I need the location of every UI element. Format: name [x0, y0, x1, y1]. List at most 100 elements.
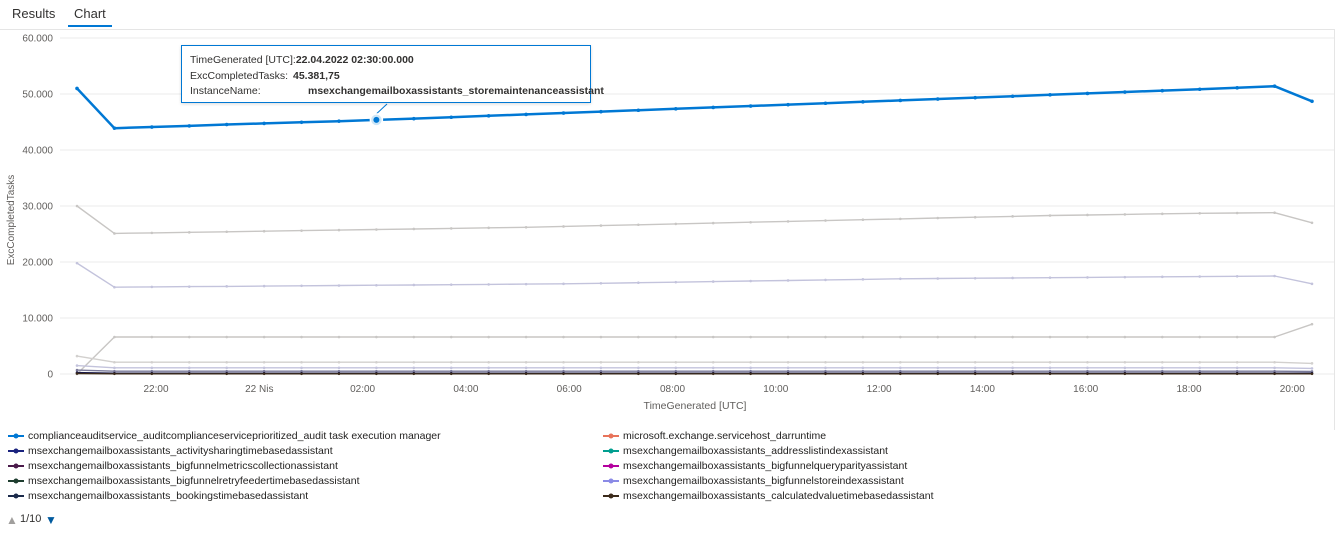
series-point	[225, 366, 228, 370]
series-point	[1235, 360, 1239, 364]
series-point	[1011, 360, 1014, 364]
series-point	[262, 372, 266, 376]
tooltip-instance-key: InstanceName:	[190, 85, 261, 97]
series-point	[599, 335, 603, 339]
series-point	[487, 226, 490, 230]
series-point	[300, 366, 303, 370]
series-point	[150, 372, 154, 376]
series-point	[1235, 335, 1239, 339]
pager-up-icon[interactable]: ▲	[6, 513, 18, 527]
legend-swatch	[8, 433, 24, 439]
series-line[interactable]	[76, 205, 1313, 235]
series-point	[1235, 86, 1239, 90]
series-point	[412, 227, 416, 231]
series-point	[674, 222, 678, 226]
series-point	[1272, 84, 1277, 88]
legend-swatch-dot	[608, 478, 614, 484]
series-point	[225, 230, 228, 234]
series-line[interactable]	[76, 323, 1313, 375]
series-point	[824, 335, 827, 339]
series-point	[1048, 372, 1052, 376]
series-point	[187, 366, 191, 370]
series-point	[113, 232, 116, 235]
series-point	[562, 366, 565, 370]
series-point	[187, 372, 191, 376]
series-point	[1085, 91, 1090, 96]
series-point	[562, 360, 565, 364]
series-point	[299, 120, 304, 125]
series-point	[824, 278, 827, 282]
series-point	[674, 360, 678, 364]
x-tick-label: 04:00	[453, 384, 478, 395]
series-point	[786, 366, 790, 370]
tab-results[interactable]: Results	[12, 6, 55, 25]
series-point	[1048, 360, 1052, 364]
series-point	[224, 122, 229, 127]
chart-legend: complianceauditservice_auditcompliancese…	[0, 428, 1335, 508]
series-line[interactable]	[76, 262, 1313, 288]
series-point	[1086, 276, 1089, 279]
series-point	[1011, 366, 1014, 370]
series-point	[1273, 211, 1276, 215]
series-point	[75, 368, 79, 372]
series-line[interactable]	[76, 364, 1313, 370]
series-point	[375, 372, 378, 376]
series-point	[674, 372, 678, 376]
tab-chart[interactable]: Chart	[68, 6, 112, 27]
series-point	[524, 282, 528, 286]
series-point	[599, 372, 603, 376]
series-point	[412, 116, 416, 121]
series-line[interactable]	[76, 369, 1313, 373]
series-point	[1273, 366, 1276, 370]
series-point	[487, 366, 490, 370]
series-point	[786, 220, 790, 223]
series-point	[899, 366, 902, 370]
series-point	[899, 360, 902, 364]
legend-swatch-dot	[13, 448, 19, 454]
series-point	[973, 215, 977, 219]
series-point	[449, 360, 453, 364]
legend-swatch-dot	[608, 433, 614, 439]
series-point	[1310, 99, 1314, 104]
series-point	[1048, 214, 1052, 217]
series-point	[749, 335, 752, 339]
legend-swatch-dot	[608, 448, 614, 454]
x-tick-label: 22 Nis	[245, 384, 273, 395]
series-point	[1198, 372, 1202, 376]
series-point	[936, 216, 940, 220]
series-point	[150, 335, 154, 339]
series-point	[786, 279, 790, 282]
y-tick-label: 10.000	[22, 314, 53, 325]
series-line[interactable]	[76, 355, 1313, 365]
tooltip-time-key: TimeGenerated [UTC]:	[190, 54, 296, 66]
x-tick-label: 20:00	[1280, 384, 1305, 395]
pager-down-icon[interactable]: ▼	[45, 513, 57, 527]
series-point	[899, 217, 902, 221]
series-point	[711, 105, 716, 110]
x-axis-title: TimeGenerated [UTC]	[644, 400, 747, 412]
y-tick-label: 20.000	[22, 258, 53, 269]
legend-swatch	[8, 478, 24, 484]
series-point	[973, 276, 977, 280]
series-point	[225, 372, 228, 376]
series-point	[711, 366, 715, 370]
legend-swatch	[8, 463, 24, 469]
x-tick-label: 18:00	[1176, 384, 1201, 395]
legend-swatch	[8, 493, 24, 499]
series-point	[1161, 212, 1164, 216]
series-point	[375, 283, 378, 287]
series-point	[524, 366, 528, 370]
series-point	[1086, 372, 1089, 376]
series-point	[449, 372, 453, 376]
series-layer[interactable]	[75, 204, 1314, 376]
series-point	[674, 335, 678, 339]
series-point	[300, 335, 303, 339]
tooltip-time-value: 22.04.2022 02:30:00.000	[295, 54, 414, 66]
legend-label: complianceauditservice_auditcompliancese…	[28, 430, 441, 442]
series-point	[936, 277, 940, 280]
series-point	[75, 261, 79, 265]
series-point	[861, 218, 865, 222]
legend-swatch	[603, 463, 619, 469]
x-tick-label: 02:00	[350, 384, 375, 395]
series-point	[749, 372, 752, 376]
